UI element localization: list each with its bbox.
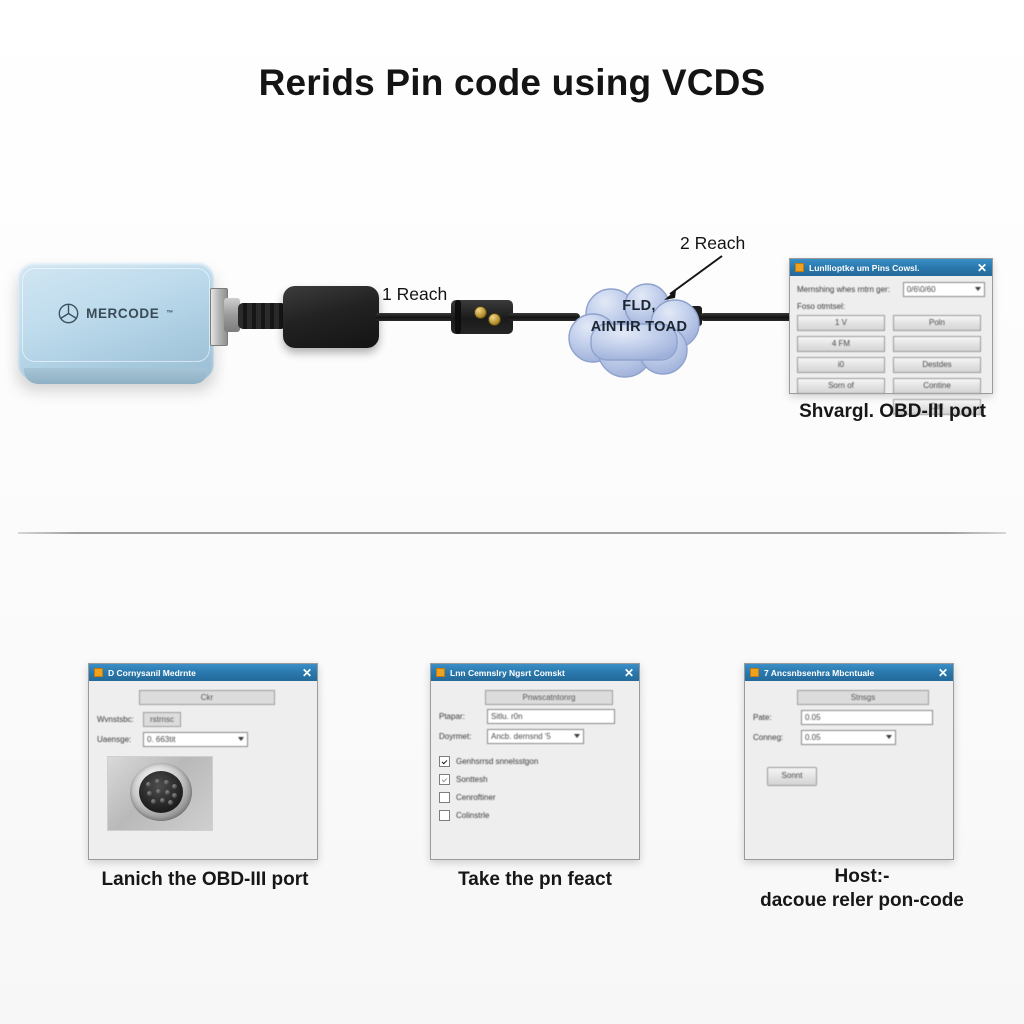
pin-right-button-3[interactable]: Destdes <box>893 357 981 373</box>
page-root: Rerids Pin code using VCDS MERCODE ™ FLD… <box>0 0 1024 1024</box>
cable-segment-3 <box>700 313 800 321</box>
right-panel-label-2: Conneg: <box>753 733 784 742</box>
pin-right-button-1[interactable]: Poln <box>893 315 981 331</box>
callout-2-arrow-icon <box>664 255 723 300</box>
bottom-panel-left[interactable]: D Cornysanil Medrnte ✕ Ckr Wvnstsbc: rst… <box>88 663 318 860</box>
right-panel-top-button[interactable]: Stnsgs <box>797 690 929 705</box>
close-icon[interactable]: ✕ <box>938 667 948 679</box>
pin-right-button-4[interactable]: Contine <box>893 378 981 394</box>
right-panel-field-row-2: Conneg: 0.05 <box>753 730 945 745</box>
callout-1-label: 1 Reach <box>382 284 448 304</box>
pin-dialog-title: Lunllioptke um Pins Cowsl. <box>809 262 920 273</box>
page-title: Rerids Pin code using VCDS <box>258 62 766 103</box>
mid-panel-caption: Take the pn feact <box>458 869 612 890</box>
pin-left-button-2[interactable]: 4 FM <box>797 336 885 352</box>
connector-pin-b <box>488 313 501 326</box>
right-panel-caption: Host:- dacoue reler pon-code <box>712 865 1012 913</box>
mid-panel-label-1: Ptapar: <box>439 712 465 721</box>
mid-panel-body: Pnwscatntonrg Ptapar: Sitlu. r0n Doyrmet… <box>431 681 639 836</box>
device-brand-text: MERCODE <box>86 306 160 321</box>
window-app-icon <box>750 668 759 677</box>
pin-left-button-1[interactable]: 1 V <box>797 315 885 331</box>
cable-strain-boot <box>238 303 286 329</box>
mercedes-star-icon <box>58 303 79 324</box>
pin-dialog-combo[interactable]: 0/6\0/60 <box>902 282 985 297</box>
mid-panel-checkbox-row-2[interactable]: Sonttesh <box>439 774 631 785</box>
inline-connector-notch <box>455 300 461 334</box>
checkbox-icon-unchecked[interactable] <box>439 792 450 803</box>
close-icon[interactable]: ✕ <box>302 667 312 679</box>
left-panel-body: Ckr Wvnstsbc: rstrnsc Uaensge: 0. 663tit <box>89 681 317 839</box>
mid-panel-combo[interactable]: Ancb. dernsnd '5 <box>487 729 584 744</box>
left-panel-field-row-2: Uaensge: 0. 663tit <box>97 732 309 747</box>
left-panel-field-row-1: Wvnstsbc: rstrnsc <box>97 712 309 727</box>
right-panel-combo[interactable]: 0.05 <box>801 730 896 745</box>
left-panel-label-2: Uaensge: <box>97 735 132 744</box>
obd-port-pins <box>144 778 178 806</box>
close-icon[interactable]: ✕ <box>977 262 987 274</box>
mid-panel-titlebar[interactable]: Lnn Cemnslry Ngsrt Comskt ✕ <box>431 664 639 681</box>
bottom-panel-middle[interactable]: Lnn Cemnslry Ngsrt Comskt ✕ Pnwscatntonr… <box>430 663 640 860</box>
right-panel-action-button[interactable]: Sonnt <box>767 767 817 786</box>
mid-panel-checkbox-row-3[interactable]: Cenroftiner <box>439 792 631 803</box>
bottom-panel-right[interactable]: 7 Ancsnbsenhra Mbcntuale ✕ Stnsgs Pate: … <box>744 663 954 860</box>
right-panel-caption-line1: Host:- <box>834 866 890 887</box>
right-panel-body: Stnsgs Pate: 0.05 Conneg: 0.05 Sonnt <box>745 681 953 794</box>
cable-segment-1 <box>375 313 455 321</box>
pin-left-button-4[interactable]: Sorn of <box>797 378 885 394</box>
right-panel-title: 7 Ancsnbsenhra Mbcntuale <box>764 667 875 678</box>
mid-panel-title: Lnn Cemnslry Ngsrt Comskt <box>450 667 565 678</box>
left-panel-label-1: Wvnstsbc: <box>97 715 134 724</box>
mid-panel-textbox[interactable]: Sitlu. r0n <box>487 709 615 724</box>
left-panel-combo[interactable]: 0. 663tit <box>143 732 248 747</box>
close-icon[interactable]: ✕ <box>624 667 634 679</box>
connector-pin-a <box>474 306 487 319</box>
left-panel-title: D Cornysanil Medrnte <box>108 667 196 678</box>
pin-dialog-titlebar[interactable]: Lunllioptke um Pins Cowsl. ✕ <box>790 259 992 276</box>
cloud-label-line2: AINTIR TOAD <box>590 319 688 336</box>
device-base-shadow <box>24 368 208 384</box>
left-panel-top-button[interactable]: Ckr <box>139 690 275 705</box>
obd-port-photo <box>107 756 213 831</box>
left-panel-value-1[interactable]: rstrnsc <box>143 712 181 727</box>
pin-dialog-sub-label: Foso otmtsel: <box>797 302 846 311</box>
device-brand-label: MERCODE ™ <box>18 303 214 324</box>
window-app-icon <box>94 668 103 677</box>
callout-2-label: 2 Reach <box>680 233 746 253</box>
mid-panel-label-2: Doyrmet: <box>439 732 472 741</box>
left-panel-titlebar[interactable]: D Cornysanil Medrnte ✕ <box>89 664 317 681</box>
mid-panel-checkbox-label-4: Colinstrle <box>456 811 490 820</box>
window-app-icon <box>795 263 804 272</box>
mid-panel-top-button[interactable]: Pnwscatntonrg <box>485 690 613 705</box>
device-trademark: ™ <box>166 310 174 317</box>
pin-dialog-field-row: Mernshing whes rntrn ger: 0/6\0/60 <box>797 282 985 297</box>
mid-panel-checkbox-label-2: Sonttesh <box>456 775 488 784</box>
mid-panel-checkbox-row-4[interactable]: Colinstrle <box>439 810 631 821</box>
right-panel-textbox[interactable]: 0.05 <box>801 710 933 725</box>
mid-panel-field-row-1: Ptapar: Sitlu. r0n <box>439 709 631 724</box>
checkbox-icon-unchecked[interactable] <box>439 810 450 821</box>
pin-left-button-3[interactable]: i0 <box>797 357 885 373</box>
right-panel-caption-line2: dacoue reler pon-code <box>760 889 964 911</box>
pin-right-button-2[interactable] <box>893 336 981 352</box>
checkbox-icon-indeterminate[interactable] <box>439 774 450 785</box>
pin-code-dialog[interactable]: Lunllioptke um Pins Cowsl. ✕ Mernshing w… <box>789 258 993 415</box>
right-panel-label-1: Pate: <box>753 713 772 722</box>
mid-panel-checkbox-label-3: Cenroftiner <box>456 793 496 802</box>
mid-panel-checkbox-label-1: Genhsrrsd snnelsstgon <box>456 757 539 766</box>
section-divider <box>18 532 1006 534</box>
left-panel-caption: Lanich the OBD-III port <box>101 869 309 890</box>
mid-panel-checkbox-row-1[interactable]: Genhsrrsd snnelsstgon <box>439 756 631 767</box>
checkbox-icon-checked[interactable] <box>439 756 450 767</box>
pin-dialog-field-label: Mernshing whes rntrn ger: <box>797 285 890 294</box>
top-dialog-caption: Shvargl. OBD-III port <box>799 401 986 422</box>
right-panel-field-row-1: Pate: 0.05 <box>753 710 945 725</box>
right-panel-titlebar[interactable]: 7 Ancsnbsenhra Mbcntuale ✕ <box>745 664 953 681</box>
mid-panel-field-row-2: Doyrmet: Ancb. dernsnd '5 <box>439 729 631 744</box>
window-app-icon <box>436 668 445 677</box>
obd-plug <box>283 286 379 348</box>
